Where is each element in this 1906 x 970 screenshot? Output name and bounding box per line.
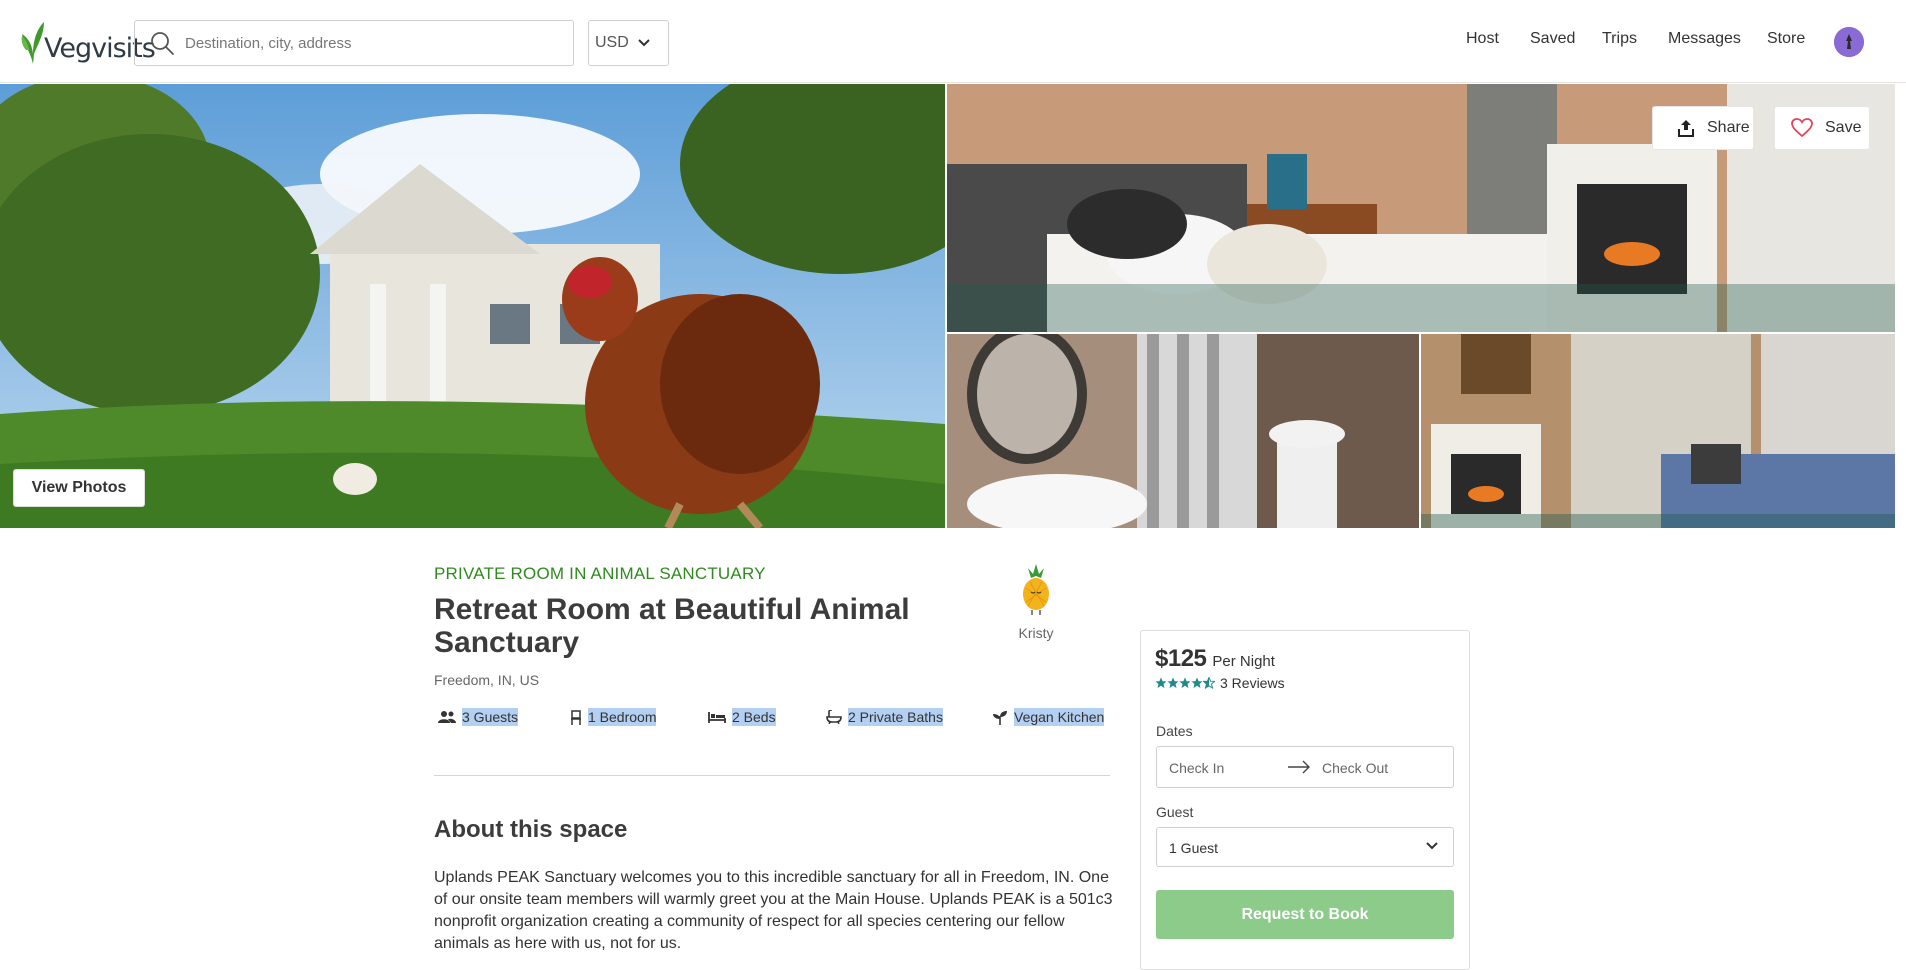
half-star-icon (1203, 677, 1215, 689)
dates-picker[interactable]: Check In Check Out (1156, 746, 1454, 788)
main-photo-rooster[interactable] (0, 84, 945, 528)
share-label: Share (1707, 119, 1750, 136)
host-name: Kristy (1018, 625, 1054, 641)
pineapple-avatar-icon (1023, 564, 1049, 615)
chevron-down-icon (638, 39, 650, 47)
arrow-right-icon (1288, 760, 1310, 774)
about-text: Uplands PEAK Sanctuary welcomes you to t… (434, 869, 1113, 952)
booking-card: $125 Per Night 3 Reviews Dates Check In … (1140, 630, 1470, 970)
save-button[interactable]: Save (1774, 106, 1870, 150)
request-to-book-button[interactable]: Request to Book (1156, 890, 1454, 939)
amenity-label: 2 Beds (732, 708, 776, 726)
guests-icon (438, 711, 456, 723)
heart-icon (1791, 118, 1813, 138)
chair-icon (571, 709, 581, 725)
host-profile[interactable]: Kristy (1000, 562, 1072, 641)
guest-value: 1 Guest (1169, 840, 1219, 856)
guest-label: Guest (1156, 804, 1194, 820)
guest-select[interactable]: 1 Guest (1156, 827, 1454, 867)
currency-select[interactable]: USD (588, 20, 669, 66)
check-in-field[interactable]: Check In (1169, 760, 1224, 776)
star-rating (1155, 677, 1215, 689)
amenity-bedroom: 1 Bedroom (570, 708, 657, 726)
star-icon (1155, 677, 1167, 688)
check-out-field[interactable]: Check Out (1322, 760, 1388, 776)
top-header: Vegvisits USD Host Saved Trips Messages … (0, 0, 1906, 83)
sprout-icon (993, 710, 1007, 725)
section-divider (434, 775, 1110, 776)
reviews-count: 3 Reviews (1220, 675, 1285, 691)
nav-host[interactable]: Host (1466, 30, 1499, 48)
listing-location: Freedom, IN, US (434, 672, 540, 688)
avatar-icon (1834, 27, 1864, 57)
price-row: $125 Per Night (1155, 645, 1275, 673)
nav-trips[interactable]: Trips (1602, 30, 1637, 48)
amenity-label: 2 Private Baths (848, 708, 943, 726)
dates-label: Dates (1156, 723, 1193, 739)
photo-bathroom[interactable] (947, 334, 1419, 528)
amenity-label: Vegan Kitchen (1014, 708, 1105, 726)
nav-store[interactable]: Store (1767, 30, 1805, 48)
star-icon (1167, 677, 1179, 688)
star-icon (1179, 677, 1191, 688)
amenity-vegan-kitchen: Vegan Kitchen (992, 708, 1105, 726)
amenity-beds: 2 Beds (708, 708, 776, 726)
rating-row[interactable]: 3 Reviews (1155, 675, 1285, 691)
listing-category: PRIVATE ROOM IN ANIMAL SANCTUARY (434, 564, 766, 583)
share-button[interactable]: Share (1652, 106, 1754, 150)
amenity-label: 3 Guests (462, 708, 519, 726)
nav-messages[interactable]: Messages (1668, 30, 1741, 48)
chevron-down-icon (1426, 842, 1438, 850)
bath-icon (826, 710, 842, 724)
listing-title: Retreat Room at Beautiful Animal Sanctua… (434, 593, 910, 659)
view-photos-button[interactable]: View Photos (13, 469, 145, 507)
bed-icon (708, 712, 726, 723)
search-icon (151, 32, 174, 55)
search-input[interactable] (185, 34, 565, 52)
nav-saved[interactable]: Saved (1530, 30, 1575, 48)
user-avatar[interactable] (1834, 27, 1864, 57)
search-box[interactable] (134, 20, 574, 66)
amenity-guests: 3 Guests (438, 708, 519, 726)
currency-value: USD (595, 34, 629, 51)
share-icon (1678, 120, 1694, 137)
leaf-logo-icon (21, 22, 44, 64)
nightly-price: $125 (1155, 645, 1207, 672)
star-icon (1191, 677, 1203, 688)
per-night-label: Per Night (1212, 653, 1275, 670)
photo-sitting-room[interactable] (1421, 334, 1895, 528)
about-heading: About this space (434, 816, 628, 843)
amenity-baths: 2 Private Baths (826, 708, 943, 726)
save-label: Save (1825, 119, 1862, 136)
amenity-label: 1 Bedroom (588, 708, 657, 726)
